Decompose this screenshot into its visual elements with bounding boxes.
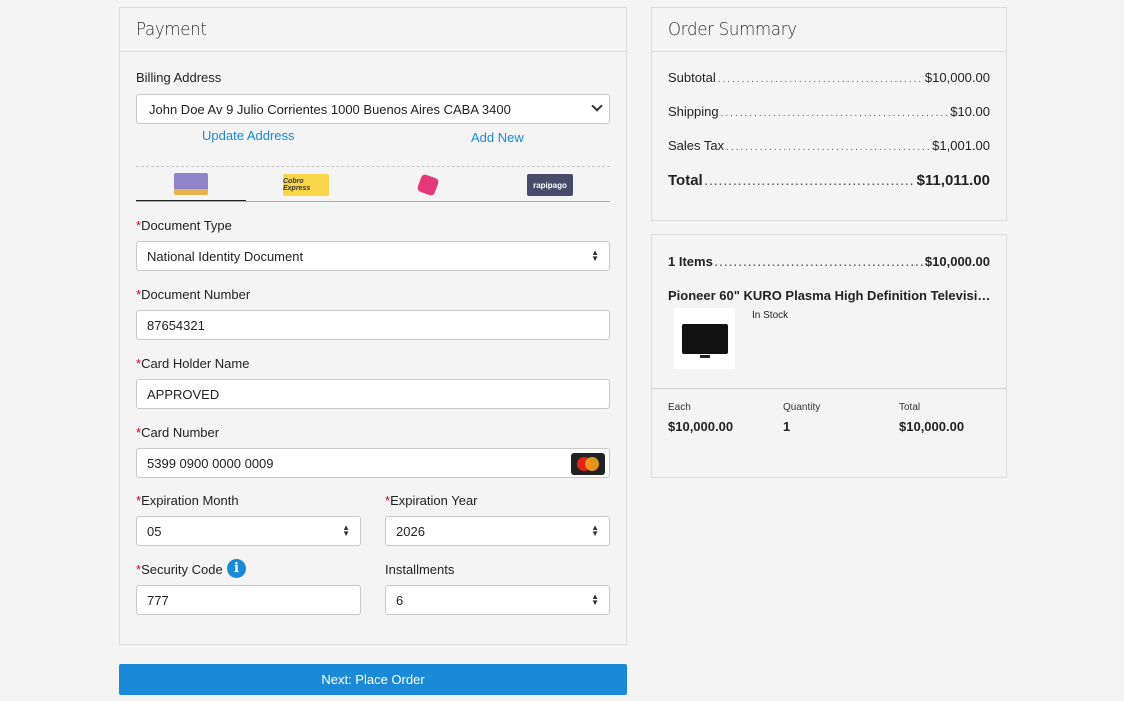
exp-year-label: *Expiration Year xyxy=(385,493,478,508)
product-thumbnail[interactable] xyxy=(674,308,735,369)
chevron-down-icon xyxy=(591,100,603,112)
select-arrows-icon: ▲ ▼ xyxy=(342,523,350,538)
security-code-value: 777 xyxy=(147,592,169,608)
mastercard-icon xyxy=(571,453,605,475)
document-number-value: 87654321 xyxy=(147,317,205,333)
document-number-label: *Document Number xyxy=(136,287,251,302)
exp-month-select[interactable]: 05 ▲ ▼ xyxy=(136,516,361,546)
select-arrows-icon: ▲ ▼ xyxy=(591,248,599,263)
tabs-underline xyxy=(136,201,610,202)
total-value: $11,011.00 xyxy=(916,172,990,189)
info-icon[interactable]: i xyxy=(227,559,246,578)
each-label: Each xyxy=(668,402,691,413)
tab-credit-debit[interactable] xyxy=(136,168,246,202)
item-total-label: Total xyxy=(899,402,921,413)
security-code-input[interactable]: 777 xyxy=(136,585,361,615)
divider xyxy=(136,166,610,167)
select-arrows-icon: ▲ ▼ xyxy=(591,523,599,538)
order-summary-header: Order Summary xyxy=(652,8,1006,52)
payment-title: Payment xyxy=(136,19,207,40)
document-type-label: *Document Type xyxy=(136,218,232,233)
order-summary-title: Order Summary xyxy=(668,19,797,40)
billing-address-label: Billing Address xyxy=(136,70,222,85)
quantity-label: Quantity xyxy=(783,402,821,413)
next-place-order-button[interactable]: Next: Place Order xyxy=(119,664,627,695)
document-type-value: National Identity Document xyxy=(147,248,304,264)
card-number-label: *Card Number xyxy=(136,425,220,440)
pago-facil-logo-icon xyxy=(416,173,440,197)
installments-label: Installments xyxy=(385,562,455,577)
credit-debit-logo-icon xyxy=(174,173,208,195)
quantity-value: 1 xyxy=(783,419,791,434)
tv-icon xyxy=(681,323,728,358)
security-code-label: *Security Code xyxy=(136,562,223,577)
total-label: Total xyxy=(668,172,703,189)
shipping-label: Shipping xyxy=(668,104,719,119)
exp-year-select[interactable]: 2026 ▲ ▼ xyxy=(385,516,610,546)
cobro-express-logo-icon: Cobro Express xyxy=(283,174,329,196)
rapipago-logo-text: rapipago xyxy=(533,180,567,190)
dot-leader xyxy=(718,74,923,85)
card-holder-input[interactable]: APPROVED xyxy=(136,379,610,409)
items-count-value: $10,000.00 xyxy=(924,254,990,269)
shipping-value: $10.00 xyxy=(950,104,990,119)
dot-leader xyxy=(721,108,949,119)
tab-cobro-express[interactable]: Cobro Express xyxy=(250,168,362,202)
each-value: $10,000.00 xyxy=(668,419,734,434)
card-holder-label: *Card Holder Name xyxy=(136,356,250,371)
select-arrows-icon: ▲ ▼ xyxy=(591,592,599,607)
order-summary-panel: Order Summary Subtotal $10,000.00 Shippi… xyxy=(651,7,1007,221)
total-row: Total $11,011.00 xyxy=(668,172,990,189)
items-count-label: 1 Items xyxy=(668,254,713,269)
card-holder-value: APPROVED xyxy=(147,386,220,402)
sales-tax-label: Sales Tax xyxy=(668,138,725,153)
cobro-express-logo-text: Cobro Express xyxy=(283,178,311,192)
divider xyxy=(652,388,1006,389)
dot-leader xyxy=(715,258,923,269)
exp-year-value: 2026 xyxy=(396,523,425,539)
cart-items-panel: 1 Items $10,000.00 Pioneer 60" KURO Plas… xyxy=(651,234,1007,478)
card-number-input[interactable]: 5399 0900 0000 0009 xyxy=(136,448,610,478)
subtotal-value: $10,000.00 xyxy=(924,70,990,85)
exp-month-label: *Expiration Month xyxy=(136,493,239,508)
installments-select[interactable]: 6 ▲ ▼ xyxy=(385,585,610,615)
product-name-link[interactable]: Pioneer 60" KURO Plasma High Definition … xyxy=(668,288,992,303)
shipping-row: Shipping $10.00 xyxy=(668,104,990,119)
tab-rapipago[interactable]: rapipago xyxy=(490,168,610,202)
payment-panel: Payment Billing Address John Doe Av 9 Ju… xyxy=(119,7,627,645)
update-address-link[interactable]: Update Address xyxy=(202,128,295,143)
card-number-value: 5399 0900 0000 0009 xyxy=(147,455,274,471)
items-count-row: 1 Items $10,000.00 xyxy=(668,254,990,269)
rapipago-logo-icon: rapipago xyxy=(527,174,573,196)
subtotal-row: Subtotal $10,000.00 xyxy=(668,70,990,85)
sales-tax-row: Sales Tax $1,001.00 xyxy=(668,138,990,153)
dot-leader xyxy=(705,177,915,188)
exp-month-value: 05 xyxy=(147,523,162,539)
add-new-address-link[interactable]: Add New xyxy=(471,130,524,145)
installments-value: 6 xyxy=(396,592,404,608)
stock-status: In Stock xyxy=(752,310,789,321)
item-total-value: $10,000.00 xyxy=(899,419,965,434)
billing-address-select[interactable]: John Doe Av 9 Julio Corrientes 1000 Buen… xyxy=(136,94,610,124)
document-type-select[interactable]: National Identity Document ▲ ▼ xyxy=(136,241,610,271)
dot-leader xyxy=(726,142,930,153)
tab-pago-facil[interactable] xyxy=(372,168,484,202)
sales-tax-value: $1,001.00 xyxy=(932,138,990,153)
billing-address-value: John Doe Av 9 Julio Corrientes 1000 Buen… xyxy=(149,101,511,117)
payment-header: Payment xyxy=(120,8,626,52)
document-number-input[interactable]: 87654321 xyxy=(136,310,610,340)
subtotal-label: Subtotal xyxy=(668,70,716,85)
